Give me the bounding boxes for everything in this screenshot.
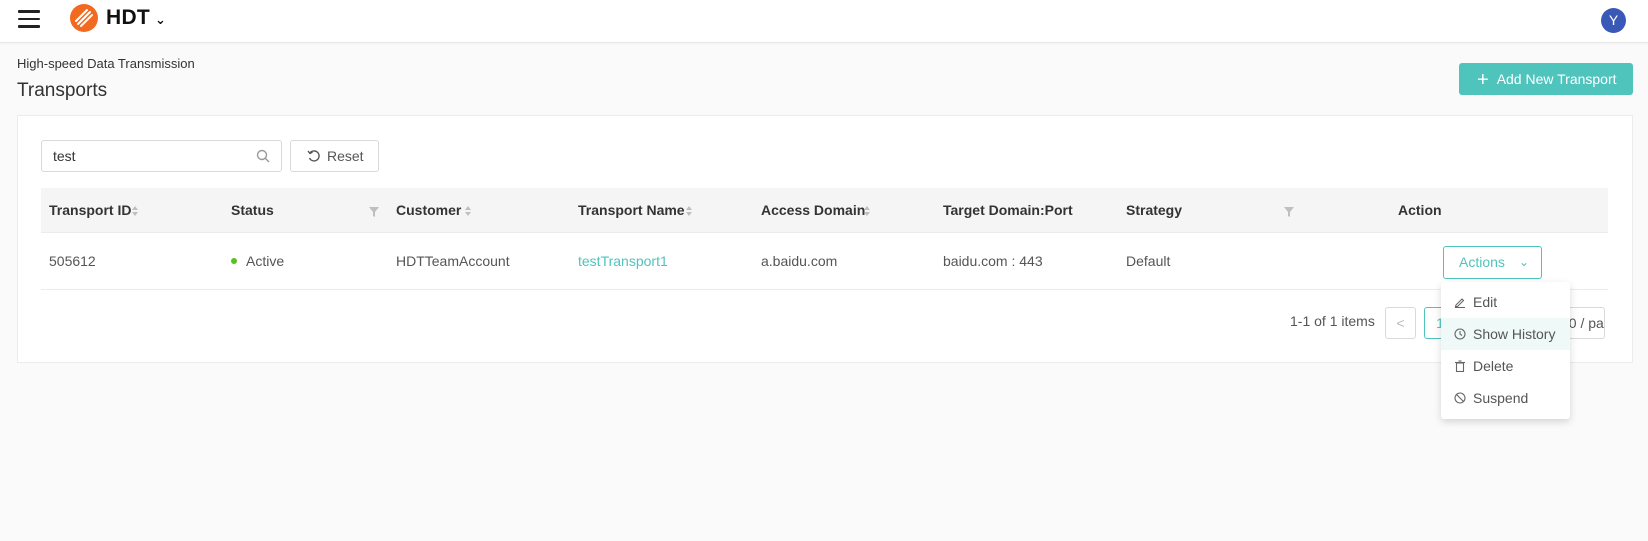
col-target-domain-port: Target Domain:Port	[943, 202, 1073, 218]
avatar[interactable]: Y	[1601, 8, 1626, 33]
history-icon	[1454, 328, 1466, 340]
hdt-logo-icon	[70, 4, 98, 32]
add-new-transport-button[interactable]: + Add New Transport	[1459, 63, 1633, 95]
status-text: Active	[246, 253, 285, 269]
sort-icon[interactable]	[863, 205, 871, 217]
menu-item-edit[interactable]: Edit	[1441, 286, 1570, 318]
top-bar: HDT ⌄ Y	[0, 0, 1648, 43]
cell-access-domain: a.baidu.com	[761, 253, 838, 269]
menu-item-label: Delete	[1473, 358, 1514, 374]
col-transport-id[interactable]: Transport ID	[49, 188, 131, 233]
suspend-icon	[1454, 392, 1466, 404]
pagination-prev-button[interactable]: <	[1385, 307, 1416, 339]
search-input[interactable]	[42, 141, 242, 171]
actions-dropdown-button[interactable]: Actions ⌄	[1443, 246, 1542, 279]
col-strategy: Strategy	[1126, 202, 1183, 218]
col-transport-name[interactable]: Transport Name	[578, 188, 685, 233]
actions-menu: Edit Show History Delete Suspend	[1441, 282, 1570, 419]
menu-item-label: Show History	[1473, 326, 1556, 342]
cell-target-domain-port: baidu.com : 443	[943, 253, 1043, 269]
status-dot	[231, 258, 237, 264]
col-status: Status	[231, 202, 274, 218]
pagination-info: 1-1 of 1 items	[1290, 313, 1375, 329]
cell-customer: HDTTeamAccount	[396, 253, 510, 269]
breadcrumb: High-speed Data Transmission	[17, 56, 195, 71]
menu-item-show-history[interactable]: Show History	[1441, 318, 1570, 350]
menu-item-delete[interactable]: Delete	[1441, 350, 1570, 382]
table-header: Transport ID Status Customer Transport N…	[41, 188, 1608, 233]
add-button-label: Add New Transport	[1496, 71, 1617, 87]
reset-icon	[307, 150, 320, 162]
chevron-down-icon: ⌄	[1518, 255, 1529, 269]
col-access-domain[interactable]: Access Domain	[761, 188, 865, 233]
search-box[interactable]	[41, 140, 282, 172]
reset-label: Reset	[327, 148, 364, 164]
col-action: Action	[1398, 202, 1442, 218]
filter-icon[interactable]	[369, 207, 379, 217]
filter-icon[interactable]	[1284, 207, 1294, 217]
search-icon[interactable]	[256, 149, 270, 163]
menu-item-suspend[interactable]: Suspend	[1441, 382, 1570, 414]
plus-icon: +	[1477, 69, 1489, 91]
sort-icon[interactable]	[685, 205, 693, 217]
cell-strategy: Default	[1126, 253, 1171, 269]
menu-icon[interactable]	[18, 10, 40, 28]
edit-icon	[1454, 298, 1465, 308]
cell-transport-id: 505612	[49, 253, 96, 269]
reset-button[interactable]: Reset	[290, 140, 379, 172]
chevron-down-icon[interactable]: ⌄	[155, 12, 166, 28]
cell-status: Active	[231, 233, 284, 290]
delete-icon	[1455, 360, 1465, 372]
brand-name[interactable]: HDT	[106, 6, 150, 30]
menu-item-label: Edit	[1473, 294, 1498, 310]
sort-icon[interactable]	[464, 205, 472, 217]
page-title: Transports	[17, 80, 108, 101]
col-customer[interactable]: Customer	[396, 188, 461, 233]
menu-item-label: Suspend	[1473, 390, 1529, 406]
table-row: 505612 Active HDTTeamAccount testTranspo…	[41, 233, 1608, 290]
transport-name-link[interactable]: testTransport1	[578, 233, 668, 290]
actions-label: Actions	[1459, 254, 1505, 270]
sort-icon[interactable]	[131, 205, 139, 217]
